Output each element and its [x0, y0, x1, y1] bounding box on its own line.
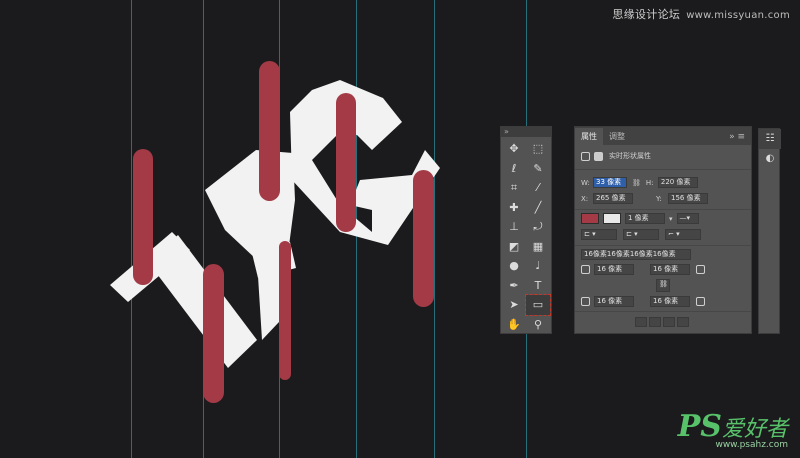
- align-stroke-dropdown[interactable]: ⊏ ▾: [581, 229, 617, 240]
- fill-color-swatch[interactable]: [581, 213, 599, 224]
- adjustments-panel-icon[interactable]: ◐: [759, 149, 781, 169]
- zoom-tool-icon[interactable]: ⚲: [526, 315, 550, 335]
- red-bar: [279, 241, 291, 380]
- corner-bl-field[interactable]: 16 像素: [594, 296, 634, 307]
- join-type-dropdown[interactable]: ⌐ ▾: [665, 229, 701, 240]
- red-bar: [413, 170, 434, 307]
- tab-properties[interactable]: 属性: [575, 128, 603, 145]
- watermark-bottom-logo: PS爱好者 www.psahz.com: [678, 409, 788, 450]
- corner-radius-all-field[interactable]: 16像素16像素16像素16像素: [581, 249, 691, 260]
- corner-br-icon: [696, 297, 705, 306]
- letter-t-shape: [110, 232, 257, 368]
- red-bar: [259, 61, 280, 201]
- stroke-width-field[interactable]: 1 像素: [625, 213, 665, 224]
- corner-tl-field[interactable]: 16 像素: [594, 264, 634, 275]
- properties-panel: 属性 调整 » ≡ 实时形状属性 W: 33 像素 ⛓ H: 220 像素 X:…: [574, 126, 752, 334]
- w-label: W:: [581, 178, 590, 187]
- cap-type-dropdown[interactable]: ⊏ ▾: [623, 229, 659, 240]
- marquee-tool-icon[interactable]: ⬚: [526, 139, 550, 159]
- watermark-ps: PS: [677, 409, 722, 444]
- tools-panel-header[interactable]: »: [501, 127, 551, 137]
- stamp-tool-icon[interactable]: ⊥: [502, 217, 526, 237]
- watermark-top-url: www.missyuan.com: [686, 10, 790, 21]
- path-exclude-button[interactable]: [677, 317, 689, 327]
- blur-tool-icon[interactable]: ●: [502, 256, 526, 276]
- path-subtract-button[interactable]: [649, 317, 661, 327]
- corner-tr-field[interactable]: 16 像素: [650, 264, 690, 275]
- link-icon[interactable]: ⛓: [632, 179, 641, 187]
- lasso-tool-icon[interactable]: ℓ: [502, 159, 526, 179]
- healing-tool-icon[interactable]: ✚: [502, 198, 526, 218]
- gradient-tool-icon[interactable]: ▦: [526, 237, 550, 257]
- y-label: Y:: [656, 194, 662, 203]
- panel-dock-strip: ☷ ◐: [758, 128, 781, 334]
- corner-bl-icon: [581, 297, 590, 306]
- properties-panel-icon[interactable]: ☷: [759, 129, 781, 149]
- shape-bounds-icon[interactable]: [581, 151, 590, 161]
- type-tool-icon[interactable]: T: [526, 276, 550, 296]
- path-select-tool-icon[interactable]: ➤: [502, 295, 526, 315]
- brush-tool-icon[interactable]: ╱: [526, 198, 550, 218]
- stroke-type-dropdown[interactable]: —▾: [676, 213, 699, 224]
- x-field[interactable]: 265 像素: [593, 193, 633, 204]
- mask-icon[interactable]: [594, 151, 603, 161]
- path-intersect-button[interactable]: [663, 317, 675, 327]
- eraser-tool-icon[interactable]: ◩: [502, 237, 526, 257]
- dodge-tool-icon[interactable]: ♩: [526, 256, 550, 276]
- h-label: H:: [645, 178, 654, 187]
- path-combine-button[interactable]: [635, 317, 647, 327]
- corner-tr-icon: [696, 265, 705, 274]
- watermark-top-text: 思缘设计论坛: [612, 8, 681, 21]
- tab-adjustments[interactable]: 调整: [603, 128, 631, 145]
- y-field[interactable]: 156 像素: [668, 193, 708, 204]
- chevron-down-icon[interactable]: ▾: [669, 215, 673, 223]
- red-bar: [133, 149, 153, 285]
- eyedropper-tool-icon[interactable]: ⁄: [526, 178, 550, 198]
- x-label: X:: [581, 194, 589, 203]
- watermark-top: 思缘设计论坛 www.missyuan.com: [612, 6, 790, 22]
- height-field[interactable]: 220 像素: [657, 177, 698, 188]
- corner-tl-icon: [581, 265, 590, 274]
- stroke-color-swatch[interactable]: [603, 213, 621, 224]
- quick-select-tool-icon[interactable]: ✎: [526, 159, 550, 179]
- red-bar: [203, 264, 224, 403]
- rectangle-tool-icon[interactable]: ▭: [525, 294, 551, 316]
- tools-panel: » ✥ ⬚ ℓ ✎ ⌗ ⁄ ✚ ╱ ⊥ ⤾ ◩ ▦ ● ♩ ✒ T ➤ ▭ ✋ ⚲: [500, 126, 552, 334]
- hand-tool-icon[interactable]: ✋: [502, 315, 526, 335]
- corner-br-field[interactable]: 16 像素: [650, 296, 690, 307]
- history-brush-tool-icon[interactable]: ⤾: [526, 217, 550, 237]
- live-shape-label: 实时形状属性: [609, 152, 651, 160]
- panel-menu-icon[interactable]: » ≡: [723, 129, 751, 145]
- width-field[interactable]: 33 像素: [593, 177, 627, 188]
- crop-tool-icon[interactable]: ⌗: [502, 178, 526, 198]
- move-tool-icon[interactable]: ✥: [502, 139, 526, 159]
- red-bar: [336, 93, 356, 232]
- pen-tool-icon[interactable]: ✒: [502, 276, 526, 296]
- watermark-cn: 爱好者: [721, 417, 788, 442]
- link-corners-button[interactable]: ⛓: [656, 279, 670, 292]
